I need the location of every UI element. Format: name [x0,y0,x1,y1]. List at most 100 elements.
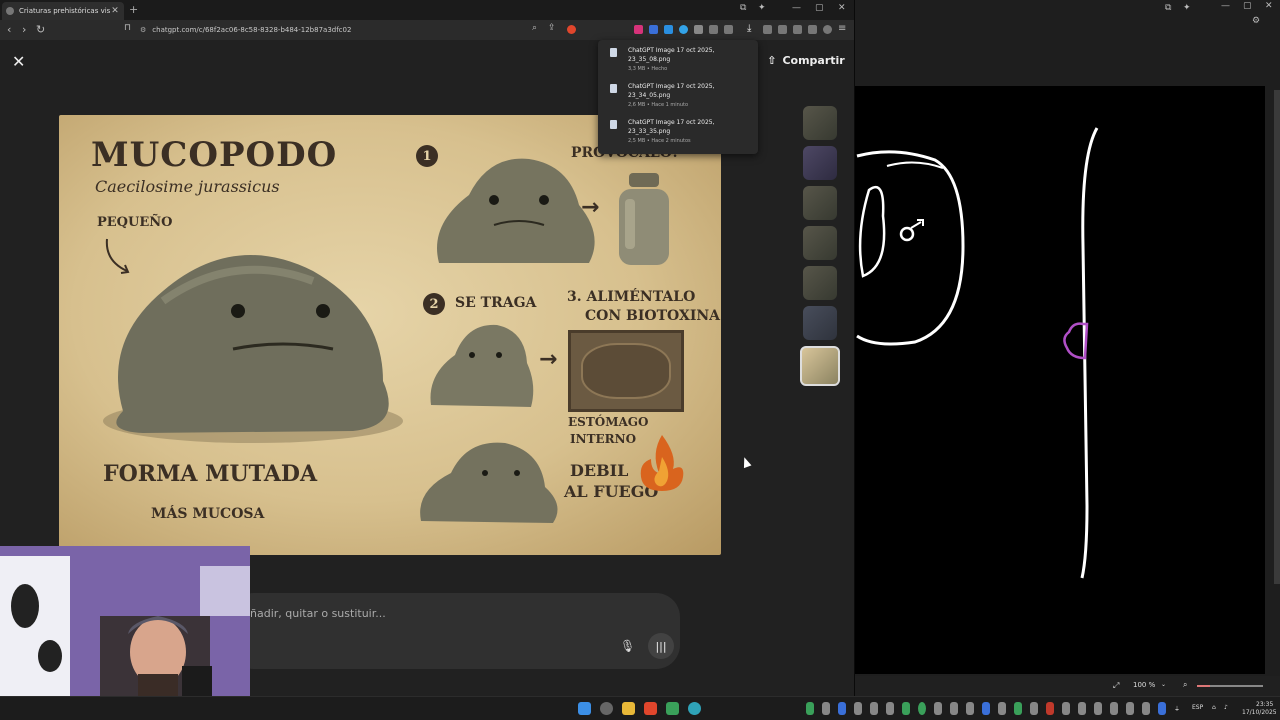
extension-icon[interactable] [679,25,688,34]
tray-icon[interactable] [1110,702,1118,715]
tab-search-icon[interactable]: ⧉ [740,3,746,13]
tray-icon[interactable] [1030,702,1038,715]
extension-icon[interactable] [649,25,658,34]
address-bar[interactable]: ⚙ chatgpt.com/c/68f2ac06-8c58-8328-b484-… [140,23,580,37]
form-label: FORMA MUTADA [103,461,318,487]
brave-shield-icon[interactable] [567,25,576,34]
share-button[interactable]: ⇧ Compartir [766,48,846,72]
extension-icon[interactable] [793,25,802,34]
share-page-icon[interactable]: ⇪ [548,23,556,33]
tray-icon[interactable] [1158,702,1166,715]
poster-subtitle: Caecilosime jurassicus [95,177,280,196]
close-viewer-icon[interactable]: ✕ [12,52,25,71]
thumbnail[interactable] [803,106,837,140]
usb-icon[interactable]: ⏚ [1174,704,1180,713]
tray-icon[interactable] [934,702,942,715]
thumbnail[interactable] [803,226,837,260]
tray-icon[interactable] [1014,702,1022,715]
vpn-icon[interactable] [823,25,832,34]
zoom-slider[interactable] [1197,685,1263,687]
thumbnail[interactable] [803,306,837,340]
tray-icon[interactable] [854,702,862,715]
file-explorer-icon[interactable] [622,702,635,715]
pin-icon[interactable]: ✦ [758,3,766,13]
voice-mode-button[interactable]: ||| [648,633,674,659]
tray-icon[interactable] [1094,702,1102,715]
vertical-scrollbar[interactable] [1274,90,1280,584]
extension-icon[interactable] [634,25,643,34]
sidebar-icon[interactable] [778,25,787,34]
tray-icon[interactable] [870,702,878,715]
tray-icon[interactable] [998,702,1006,715]
downloads-icon[interactable]: ⤓ [747,23,751,34]
reload-icon[interactable]: ↻ [36,23,45,36]
app-icon[interactable] [688,702,701,715]
extension-icon[interactable] [694,25,703,34]
tray-icon[interactable] [1078,702,1086,715]
tray-icon[interactable] [806,702,814,715]
volume-icon[interactable]: ♪ [1224,704,1228,711]
clock-date[interactable]: 17/10/2025 [1242,709,1277,716]
drawing-canvas[interactable] [855,86,1265,674]
zoom-icon[interactable]: ⌕ [532,23,537,33]
tray-icon[interactable] [902,702,910,715]
thumbnail[interactable] [803,186,837,220]
thumbnail[interactable] [803,266,837,300]
search-icon[interactable] [600,702,613,715]
tab-chatgpt[interactable]: Criaturas prehistóricas viscosas ✕ [2,2,124,20]
close-window-icon[interactable]: ✕ [1265,1,1273,11]
menu-icon[interactable]: ≡ [838,23,846,34]
thumbnail-selected[interactable] [800,346,840,386]
tray-icon[interactable] [1126,702,1134,715]
tray-icon[interactable] [950,702,958,715]
network-icon[interactable]: ⌂ [1212,704,1216,711]
language-indicator[interactable]: ESP [1192,704,1203,711]
tray-icon[interactable] [822,702,830,715]
download-name: ChatGPT Image 17 oct 2025, 23_34_05.png [628,83,715,99]
download-name: ChatGPT Image 17 oct 2025, 23_35_08.png [628,47,715,63]
minimize-icon[interactable]: — [792,3,801,13]
brave-icon[interactable] [644,702,657,715]
tray-icon[interactable] [918,702,926,715]
chevron-down-icon[interactable]: ⌄ [1161,681,1166,688]
minimize-icon[interactable]: — [1221,1,1230,11]
extension-icon[interactable] [808,25,817,34]
fit-icon[interactable]: ⤢ [1113,681,1119,691]
settings-icon[interactable]: ⚙ [1252,16,1260,26]
tray-icon[interactable] [982,702,990,715]
tray-icon[interactable] [966,702,974,715]
back-icon[interactable]: ‹ [7,23,11,36]
edit-prompt-box[interactable]: ñadir, quitar o sustituir... 🎙 ||| [230,593,680,669]
windows-start-icon[interactable] [578,702,591,715]
extension-icon[interactable] [709,25,718,34]
extension-icon[interactable] [763,25,772,34]
app-icon[interactable]: ⧉ [1165,3,1171,13]
clock-time[interactable]: 23:35 [1256,701,1273,708]
tray-icon[interactable] [1142,702,1150,715]
desktop: Criaturas prehistóricas viscosas ✕ + ⧉ ✦… [0,0,1280,720]
zoom-slider-fill [1197,685,1211,687]
forward-icon[interactable]: › [22,23,26,36]
extension-icon[interactable] [664,25,673,34]
tray-icon[interactable] [886,702,894,715]
app-icon[interactable] [666,702,679,715]
zoom-out-icon[interactable]: ⌕ [1183,680,1187,690]
extension-icon[interactable] [724,25,733,34]
download-item[interactable]: ChatGPT Image 17 oct 2025, 23_35_08.png … [608,46,753,76]
site-info-icon[interactable]: ⚙ [140,26,146,34]
download-item[interactable]: ChatGPT Image 17 oct 2025, 23_33_35.png … [608,118,753,148]
maximize-icon[interactable]: ▢ [1243,1,1252,11]
new-tab-button[interactable]: + [129,3,138,16]
tray-icon[interactable] [838,702,846,715]
tray-icon[interactable] [1062,702,1070,715]
bookmark-icon[interactable]: ⊓ [124,23,131,33]
maximize-icon[interactable]: ▢ [815,3,824,13]
download-item[interactable]: ChatGPT Image 17 oct 2025, 23_34_05.png … [608,82,753,112]
tray-icon[interactable] [1046,702,1054,715]
chatgpt-icon [6,7,14,15]
microphone-icon[interactable]: 🎙 [620,639,635,653]
tab-close-icon[interactable]: ✕ [110,6,120,16]
close-window-icon[interactable]: ✕ [838,3,846,13]
thumbnail[interactable] [803,146,837,180]
pin-icon[interactable]: ✦ [1183,3,1191,13]
